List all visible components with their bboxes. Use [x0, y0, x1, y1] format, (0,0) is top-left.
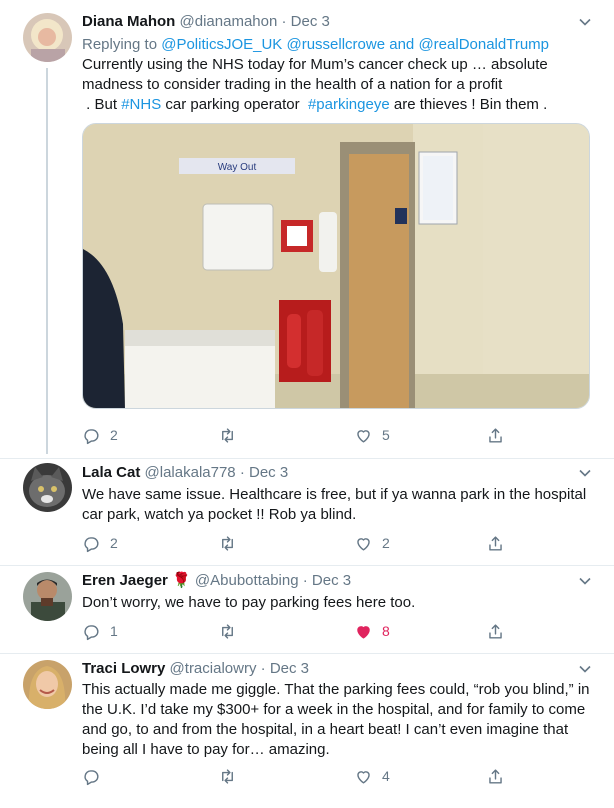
reply-count: 1	[110, 623, 118, 639]
tweet-text: This actually made me giggle. That the p…	[82, 680, 592, 760]
hashtag-link[interactable]: #parkingeye	[308, 96, 390, 113]
text-line: We have same issue. Healthcare is free, …	[82, 486, 587, 503]
text-line: Don’t worry, we have to pay parking fees…	[82, 594, 416, 611]
user-handle[interactable]: @Abubottabing	[195, 572, 299, 589]
display-name[interactable]: Diana Mahon	[82, 13, 175, 30]
user-handle[interactable]: @lalakala778	[145, 464, 236, 481]
like-button[interactable]: 5	[354, 424, 390, 446]
text-line: and go, to and from the hospital, in a h…	[82, 721, 569, 738]
replying-to: Replying to @PoliticsJOE_UK @russellcrow…	[82, 35, 549, 55]
chevron-down-icon[interactable]	[578, 15, 592, 29]
like-icon	[357, 429, 370, 443]
text-fragment: are thieves ! Bin them .	[389, 96, 548, 113]
tweet-diana-mahon[interactable]: Diana Mahon @dianamahon · Dec 3 Replying…	[0, 0, 614, 458]
tweet-date[interactable]: Dec 3	[291, 13, 330, 30]
tweet-text: We have same issue. Healthcare is free, …	[82, 485, 592, 525]
like-count: 5	[382, 427, 390, 443]
chevron-down-icon[interactable]	[578, 574, 592, 588]
reply-button[interactable]: 1	[82, 620, 118, 642]
mention-link[interactable]: @PoliticsJOE_UK	[161, 36, 282, 53]
share-icon	[489, 535, 502, 551]
reply-icon	[84, 624, 99, 640]
user-handle[interactable]: @dianamahon	[180, 13, 278, 30]
mention-link[interactable]: @russellcrowe	[286, 36, 385, 53]
text-line: car park, watch ya pocket !! Rob ya blin…	[82, 506, 357, 523]
like-button[interactable]: 2	[354, 532, 390, 554]
avatar[interactable]	[23, 463, 72, 512]
like-count: 4	[382, 768, 390, 784]
reply-icon	[84, 428, 99, 444]
avatar[interactable]	[23, 660, 72, 709]
chevron-down-icon[interactable]	[578, 466, 592, 480]
retweet-icon	[222, 535, 233, 551]
mention-link[interactable]: @realDonaldTrump	[418, 36, 549, 53]
reply-button[interactable]: 2	[82, 532, 118, 554]
rose-emoji: 🌹	[172, 572, 191, 589]
retweet-icon	[222, 427, 233, 443]
display-name[interactable]: Traci Lowry	[82, 660, 165, 677]
retweet-button[interactable]	[218, 620, 246, 642]
retweet-button[interactable]	[218, 765, 246, 787]
separator-dot: ·	[260, 660, 266, 677]
tweet-lala-cat[interactable]: Lala Cat @lalakala778 · Dec 3 We have sa…	[0, 458, 614, 566]
like-icon	[357, 625, 370, 639]
tweet-date[interactable]: Dec 3	[312, 572, 351, 589]
text-line: the U.K. I’d take my $300+ for a week in…	[82, 701, 586, 718]
tweet-date[interactable]: Dec 3	[249, 464, 288, 481]
mention-link-and[interactable]: and	[389, 36, 414, 53]
separator-dot: ·	[281, 13, 287, 30]
display-name[interactable]: Eren Jaeger	[82, 572, 168, 589]
like-count: 2	[382, 535, 390, 551]
share-button[interactable]	[486, 765, 505, 787]
share-button[interactable]	[486, 424, 505, 446]
replying-to-label: Replying to	[82, 36, 158, 53]
share-button[interactable]	[486, 620, 505, 642]
retweet-button[interactable]	[218, 532, 246, 554]
separator-dot: ·	[239, 464, 245, 481]
user-handle[interactable]: @tracialowry	[170, 660, 257, 677]
avatar[interactable]	[23, 572, 72, 621]
retweet-button[interactable]	[218, 424, 246, 446]
retweet-icon	[222, 768, 233, 784]
separator-dot: ·	[302, 572, 308, 589]
text-line: being all I have to pay for… amazing.	[82, 741, 330, 758]
text-fragment: . But	[82, 96, 122, 113]
share-icon	[489, 427, 502, 443]
tweet-date[interactable]: Dec 3	[270, 660, 309, 677]
tweet-text: Don’t worry, we have to pay parking fees…	[82, 593, 592, 613]
text-line: madness to consider trading in the healt…	[82, 76, 503, 93]
text-line: . But #NHS car parking operator #parking…	[82, 95, 592, 115]
reply-count: 2	[110, 535, 118, 551]
reply-icon	[84, 769, 99, 785]
reply-button[interactable]	[82, 765, 110, 787]
avatar[interactable]	[23, 13, 72, 62]
chevron-down-icon[interactable]	[578, 662, 592, 676]
tweet-traci-lowry[interactable]: Traci Lowry @tracialowry · Dec 3 This ac…	[0, 654, 614, 808]
tweet-eren-jaeger[interactable]: Eren Jaeger 🌹 @Abubottabing · Dec 3 Don’…	[0, 566, 614, 654]
like-count: 8	[382, 623, 390, 639]
share-button[interactable]	[486, 532, 505, 554]
like-button[interactable]: 8	[354, 620, 390, 642]
like-icon	[357, 537, 370, 551]
like-icon	[357, 770, 370, 784]
text-fragment: car parking operator	[161, 96, 308, 113]
hashtag-link[interactable]: #NHS	[121, 96, 161, 113]
like-button[interactable]: 4	[354, 765, 390, 787]
reply-count: 2	[110, 427, 118, 443]
reply-button[interactable]: 2	[82, 424, 118, 446]
reply-icon	[84, 536, 99, 552]
text-line: Currently using the NHS today for Mum’s …	[82, 56, 548, 73]
retweet-icon	[222, 623, 233, 639]
tweet-text: Currently using the NHS today for Mum’s …	[82, 55, 592, 115]
share-icon	[489, 768, 502, 784]
display-name[interactable]: Lala Cat	[82, 464, 140, 481]
way-out-sign: Way Out	[218, 162, 257, 173]
tweet-photo[interactable]: Way Out	[82, 123, 590, 409]
text-line: This actually made me giggle. That the p…	[82, 681, 590, 698]
share-icon	[489, 623, 502, 639]
